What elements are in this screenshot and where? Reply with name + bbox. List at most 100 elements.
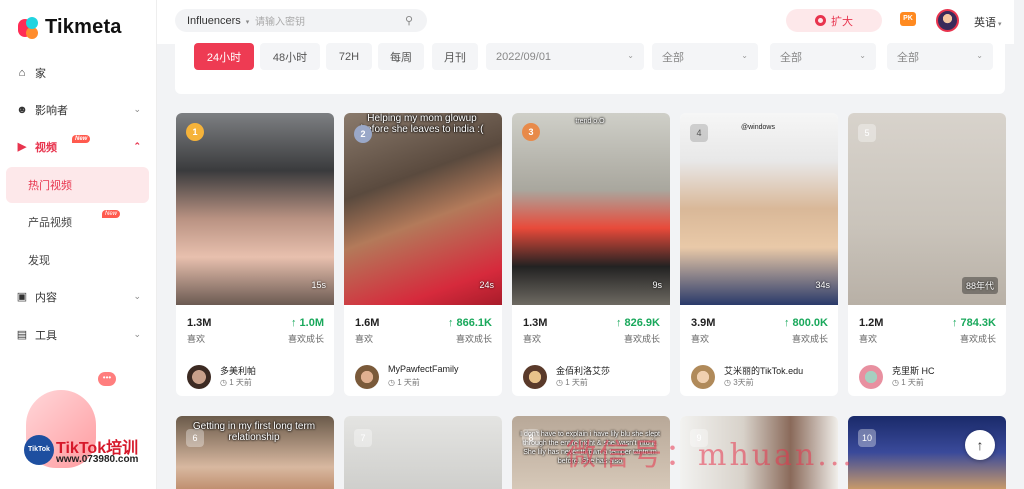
sidebar-item-home[interactable]: ⌂ 家 bbox=[0, 55, 157, 91]
watermark-text: 微信号：mhuan... bbox=[566, 438, 855, 473]
post-time: ◷ 1 天前 bbox=[892, 378, 924, 387]
video-duration: 15s bbox=[311, 280, 326, 290]
video-thumbnail[interactable] bbox=[344, 113, 502, 305]
avatar[interactable] bbox=[936, 9, 959, 32]
expand-label: 扩大 bbox=[831, 15, 853, 28]
logo[interactable]: Tikmeta bbox=[18, 16, 122, 39]
video-thumbnail[interactable] bbox=[512, 113, 670, 305]
search-icon[interactable]: ⚲ bbox=[405, 14, 427, 27]
author-name[interactable]: 金佰利洛艾莎 bbox=[556, 364, 610, 377]
tab-24h[interactable]: 24小时 bbox=[194, 43, 254, 70]
author-avatar[interactable] bbox=[187, 365, 211, 389]
new-badge: New bbox=[72, 135, 91, 143]
toolbox-icon: ▤ bbox=[16, 329, 28, 341]
author-avatar[interactable] bbox=[859, 365, 883, 389]
chevron-up-icon: ⌃ bbox=[133, 141, 141, 151]
likes-label: 喜欢 bbox=[523, 334, 542, 344]
rank-badge: 4 bbox=[690, 124, 708, 142]
growth-label: 喜欢成长 bbox=[455, 334, 492, 344]
video-card[interactable]: trend o.O 3 9s 1.3M 喜欢 ↑ 826.9K 喜欢成长 金佰利… bbox=[512, 113, 670, 396]
likes-growth: ↑ 1.0M bbox=[290, 317, 324, 329]
back-to-top-button[interactable]: ↑ bbox=[965, 430, 995, 460]
filter-select-1[interactable]: 全部 ⌄ bbox=[652, 43, 758, 70]
date-select[interactable]: 2022/09/01 ⌄ bbox=[486, 43, 644, 70]
tab-weekly[interactable]: 每周 bbox=[378, 43, 424, 70]
post-time: ◷ 1 天前 bbox=[556, 378, 588, 387]
post-time: ◷ 3天前 bbox=[724, 378, 754, 387]
post-time: ◷ 1 天前 bbox=[388, 378, 420, 387]
video-duration: 34s bbox=[815, 280, 830, 290]
rank-medal-silver: 2 bbox=[354, 125, 372, 143]
growth-label: 喜欢成长 bbox=[959, 334, 996, 344]
video-card[interactable]: Helping my mom glowup before she leaves … bbox=[344, 113, 502, 396]
language-select[interactable]: 英语 ▾ bbox=[974, 14, 1001, 30]
filter-select-2[interactable]: 全部 ⌄ bbox=[770, 43, 876, 70]
video-duration: 24s bbox=[479, 280, 494, 290]
likes-count: 1.3M bbox=[523, 317, 548, 329]
tab-monthly[interactable]: 月刊 bbox=[432, 43, 478, 70]
chevron-down-icon: ⌄ bbox=[859, 51, 866, 60]
video-card[interactable]: @windows 4 34s 3.9M 喜欢 ↑ 800.0K 喜欢成长 艾米丽… bbox=[680, 113, 838, 396]
video-caption: Getting in my first long term relationsh… bbox=[192, 421, 316, 443]
sidebar-item-content[interactable]: ▣ 内容 ⌄ bbox=[0, 279, 157, 315]
growth-label: 喜欢成长 bbox=[623, 334, 660, 344]
author-name[interactable]: 克里斯 HC bbox=[892, 364, 935, 377]
chrome-icon bbox=[815, 15, 826, 26]
chevron-down-icon: ⌄ bbox=[133, 104, 141, 114]
rank-badge: 8 bbox=[522, 429, 540, 447]
author-avatar[interactable] bbox=[355, 365, 379, 389]
author-name[interactable]: 多美利帕 bbox=[220, 364, 256, 377]
sidebar-item-discover[interactable]: 发现 bbox=[6, 242, 149, 278]
video-thumbnail[interactable] bbox=[176, 113, 334, 305]
rank-badge: 10 bbox=[858, 429, 876, 447]
search-type-select[interactable]: Influencers ▾ bbox=[175, 15, 255, 27]
likes-growth: ↑ 866.1K bbox=[447, 317, 492, 329]
author-name[interactable]: 艾米丽的TikTok.edu bbox=[724, 364, 803, 377]
chevron-down-icon: ▾ bbox=[996, 21, 1002, 28]
video-card[interactable]: 1 15s 1.3M 喜欢 ↑ 1.0M 喜欢成长 多美利帕 ◷ 1 天前 bbox=[176, 113, 334, 396]
scrollbar[interactable] bbox=[1014, 0, 1024, 489]
likes-label: 喜欢 bbox=[859, 334, 878, 344]
sidebar-item-trending-videos[interactable]: 热门视频 bbox=[6, 167, 149, 203]
video-card[interactable]: Getting in my first long term relationsh… bbox=[176, 416, 334, 489]
likes-label: 喜欢 bbox=[355, 334, 374, 344]
likes-count: 3.9M bbox=[691, 317, 716, 329]
sidebar-item-tools[interactable]: ▤ 工具 ⌄ bbox=[0, 317, 157, 353]
chevron-down-icon: ⌄ bbox=[133, 291, 141, 301]
sidebar-item-label: 发现 bbox=[28, 255, 50, 267]
expand-button[interactable]: 扩大 bbox=[786, 9, 882, 32]
video-caption: @windows bbox=[741, 124, 775, 131]
likes-count: 1.3M bbox=[187, 317, 212, 329]
video-duration: 9s bbox=[652, 280, 662, 290]
growth-label: 喜欢成长 bbox=[791, 334, 828, 344]
sidebar-item-product-videos[interactable]: 产品视频 New bbox=[6, 204, 149, 240]
video-caption: Helping my mom glowup before she leaves … bbox=[360, 113, 484, 135]
new-badge: New bbox=[102, 210, 121, 218]
sidebar-item-influencers[interactable]: ☻ 影响者 ⌄ bbox=[0, 92, 157, 128]
pk-button[interactable]: PK bbox=[900, 12, 916, 26]
sidebar-item-label: 家 bbox=[35, 68, 46, 80]
search-input[interactable]: 请输入密钥 bbox=[255, 13, 405, 28]
filter-select-3[interactable]: 全部 ⌄ bbox=[887, 43, 993, 70]
sidebar-item-label: 产品视频 bbox=[28, 217, 72, 229]
likes-label: 喜欢 bbox=[187, 334, 206, 344]
video-caption: trend o.O bbox=[575, 118, 605, 125]
author-name[interactable]: MyPawfectFamily bbox=[388, 364, 459, 374]
video-card[interactable]: 5 88年代 1.2M 喜欢 ↑ 784.3K 喜欢成长 克里斯 HC ◷ 1 … bbox=[848, 113, 1006, 396]
post-time: ◷ 1 天前 bbox=[220, 378, 252, 387]
arrow-up-icon: ↑ bbox=[976, 437, 984, 453]
author-avatar[interactable] bbox=[691, 365, 715, 389]
chat-bubble-icon: ••• bbox=[98, 372, 116, 386]
chevron-down-icon: ⌄ bbox=[741, 51, 748, 60]
video-thumbnail[interactable] bbox=[344, 416, 502, 489]
tab-72h[interactable]: 72H bbox=[326, 43, 372, 70]
author-avatar[interactable] bbox=[523, 365, 547, 389]
video-duration: 88年代 bbox=[961, 277, 998, 294]
sidebar-item-videos[interactable]: ▶ 视频 New ⌃ bbox=[0, 129, 157, 165]
growth-label: 喜欢成长 bbox=[287, 334, 324, 344]
video-card[interactable]: 7 bbox=[344, 416, 502, 489]
chevron-down-icon: ▾ bbox=[243, 18, 250, 26]
promo-banner[interactable]: ••• TikTok TikTok培训 www.073980.com bbox=[18, 372, 148, 482]
tab-48h[interactable]: 48小时 bbox=[260, 43, 320, 70]
chevron-down-icon: ⌄ bbox=[627, 51, 634, 60]
